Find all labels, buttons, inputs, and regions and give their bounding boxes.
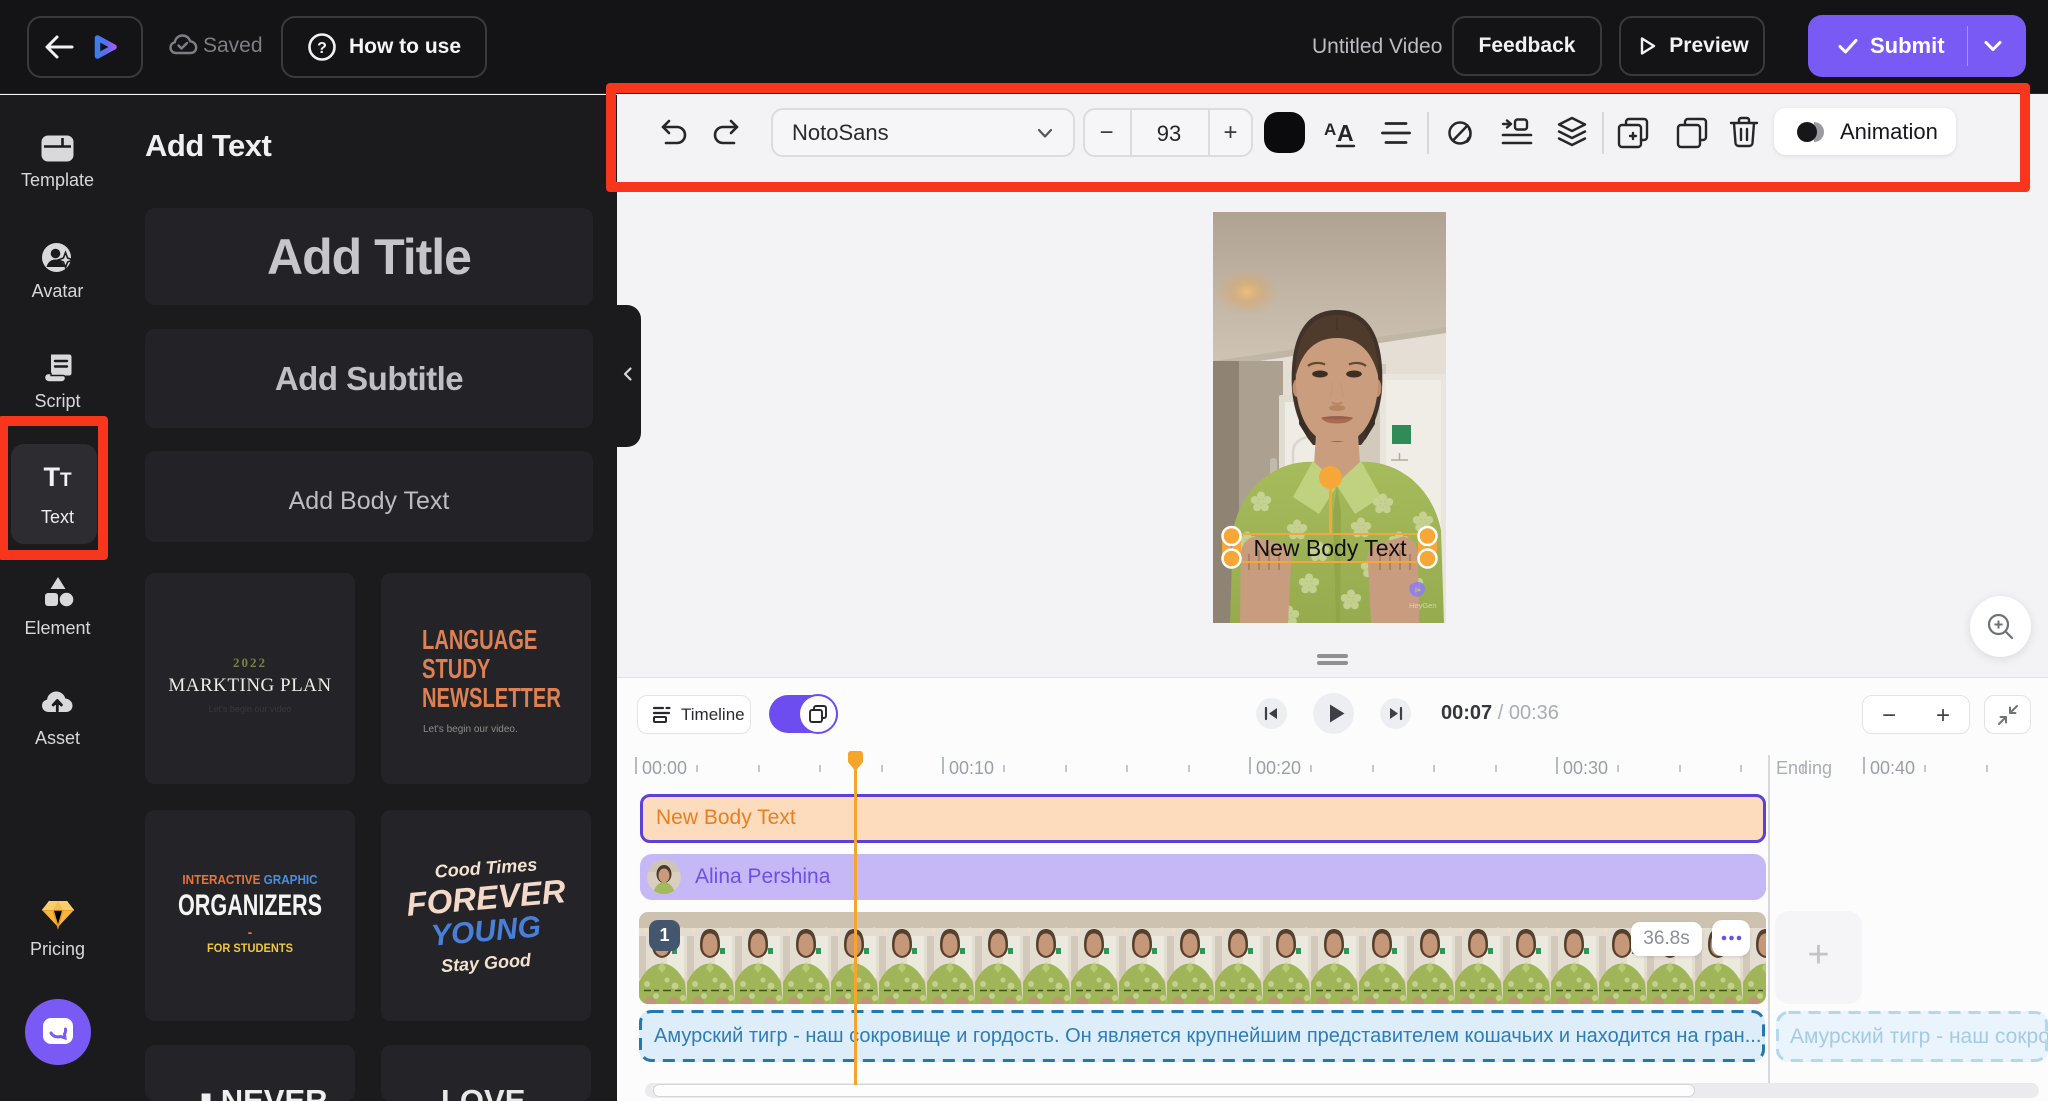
svg-text:HeyGen: HeyGen xyxy=(1409,601,1437,610)
svg-text:?: ? xyxy=(317,40,327,57)
